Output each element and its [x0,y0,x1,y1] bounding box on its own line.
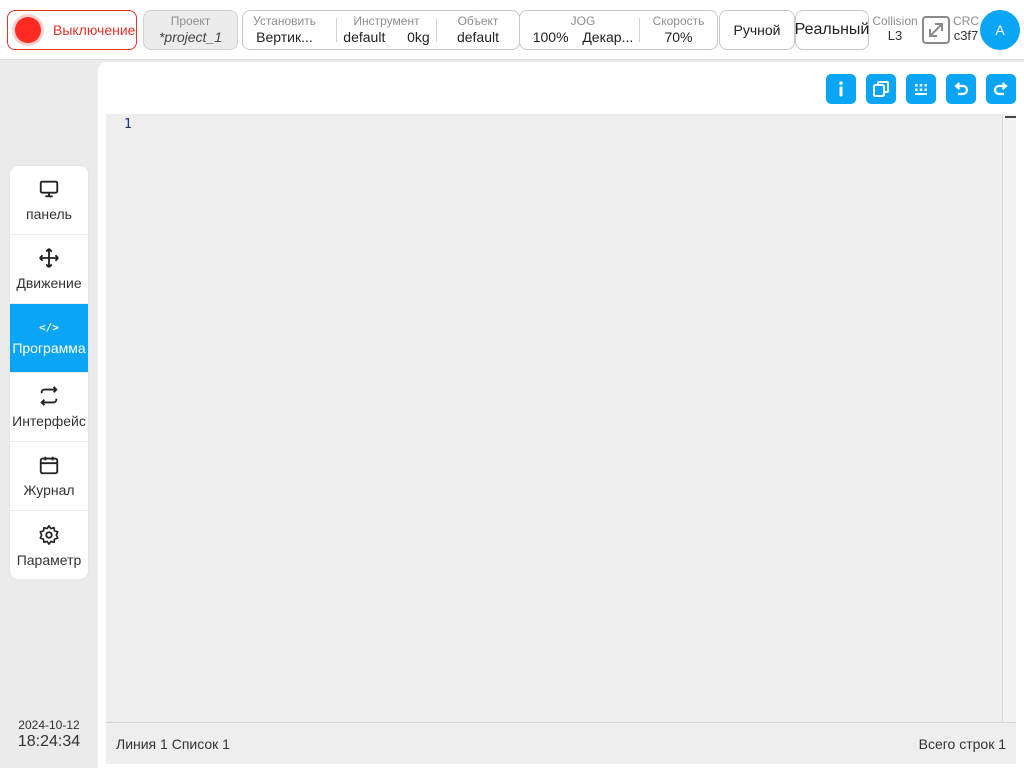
jog-mode: Декар... [582,29,634,45]
crc-display: CRC c3f7 [951,14,981,44]
scrollbar-thumb[interactable] [1005,116,1016,118]
speed-value: 70% [664,29,693,45]
system-clock: 2024-10-12 18:24:34 [0,718,98,751]
redo-icon [993,82,1008,96]
crc-key: CRC [953,14,979,28]
move-icon [39,248,59,268]
jog-value-row: 100% Декар... [526,28,640,46]
project-value: *project_1 [158,29,223,45]
power-off-button[interactable]: Выключение [7,10,137,50]
sidebar-nav: панель Движение </> Программа Интерфейс … [10,166,88,579]
object-key: Объект [457,14,499,28]
redo-button[interactable] [986,74,1016,104]
sidebar-item-label: Программа [12,339,86,356]
collision-level[interactable]: Collision L3 [871,14,919,44]
calendar-icon [39,456,59,475]
line-number: 1 [124,117,132,132]
monitor-icon [39,180,59,198]
tool-selector[interactable]: Инструмент default 0kg [337,11,436,49]
jog-selector[interactable]: JOG 100% Декар... [526,11,640,49]
install-value: Вертик... [256,29,313,45]
crc-value: c3f7 [953,28,979,43]
tool-key: Инструмент [353,14,420,28]
clock-time: 18:24:34 [17,733,81,750]
code-editor[interactable]: 1 [106,114,1016,722]
keyboard-icon [915,84,927,95]
object-selector[interactable]: Объект default [437,11,519,49]
power-off-label: Выключение [53,22,136,38]
tool-value-row: default 0kg [337,28,436,46]
sidebar-item-panel[interactable]: панель [10,166,88,235]
install-key: Установить [253,14,316,28]
gear-icon [39,524,59,545]
manual-mode-button[interactable]: Ручной [719,10,795,50]
project-selector[interactable]: Проект *project_1 [143,10,238,50]
tool-value: default [343,29,386,45]
sidebar-item-journal[interactable]: Журнал [10,442,88,511]
undo-icon [954,82,969,96]
real-mode-button[interactable]: Реальный [795,10,869,50]
tool-load: 0kg [407,29,430,45]
clock-date: 2024-10-12 [18,718,80,732]
sidebar-item-program[interactable]: </> Программа [10,304,88,373]
sidebar-item-label: Параметр [16,551,82,568]
sidebar-item-interface[interactable]: Интерфейс [10,373,88,442]
sidebar-item-settings[interactable]: Параметр [10,511,88,579]
expand-icon[interactable] [922,16,950,44]
sidebar-item-label: панель [26,206,72,222]
config-group: Установить Вертик... Инструмент default … [242,10,520,50]
speed-key: Скорость [652,14,705,28]
user-avatar[interactable]: A [980,10,1020,50]
copy-button[interactable] [866,74,896,104]
top-bar: Выключение Проект *project_1 Установить … [0,0,1024,60]
sidebar-item-motion[interactable]: Движение [10,235,88,304]
editor-scrollbar[interactable] [1002,114,1016,722]
collision-value: L3 [887,28,903,43]
motion-group: JOG 100% Декар... Скорость 70% [519,10,718,50]
editor-status-bar: Линия 1 Список 1 Всего строк 1 [106,722,1016,764]
total-lines: Всего строк 1 [918,736,1006,752]
speed-selector[interactable]: Скорость 70% [640,11,717,49]
install-selector[interactable]: Установить Вертик... [243,11,326,49]
program-panel: 1 Линия 1 Список 1 Всего строк 1 [98,62,1024,768]
collision-key: Collision [872,14,918,28]
undo-button[interactable] [946,74,976,104]
code-icon: </> [39,320,59,334]
jog-value: 100% [532,29,569,45]
sidebar-item-label: Движение [16,275,82,291]
power-indicator-icon [15,17,41,43]
object-value: default [456,29,500,45]
keyboard-button[interactable] [906,74,936,104]
project-cell: Проект *project_1 [144,11,237,49]
cursor-position: Линия 1 Список 1 [116,736,230,752]
info-icon [839,81,843,97]
project-key: Проект [170,14,211,28]
sidebar-item-label: Интерфейс [12,413,86,429]
sidebar-item-label: Журнал [23,482,75,498]
copy-icon [873,81,889,97]
swap-icon [40,386,58,406]
jog-key: JOG [570,14,596,28]
info-button[interactable] [826,74,856,104]
